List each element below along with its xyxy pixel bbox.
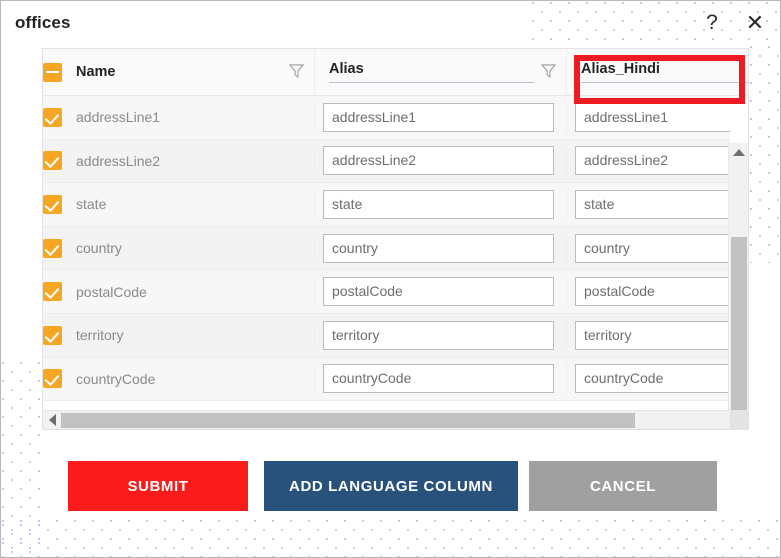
- scroll-left-arrow-icon[interactable]: [43, 411, 61, 430]
- row-select-cell: [43, 282, 62, 302]
- row-name-label: addressLine1: [76, 109, 161, 126]
- row-select-cell: [43, 238, 62, 258]
- column-header-name-label: Name: [76, 64, 116, 80]
- horizontal-scrollbar[interactable]: [43, 410, 748, 430]
- row-name-label: country: [76, 240, 122, 257]
- row-name-cell: state: [62, 196, 314, 212]
- select-all-cell: [43, 49, 62, 95]
- row-select-checkbox[interactable]: [43, 282, 62, 302]
- row-alias-cell: addressLine2: [314, 146, 566, 176]
- row-alias-cell: country: [314, 233, 566, 263]
- alias-input[interactable]: countryCode: [323, 364, 554, 394]
- row-alias-hindi-cell: territory: [566, 320, 730, 350]
- alias-hindi-input[interactable]: territory: [575, 320, 730, 350]
- table-body-viewport: addressLine1 addressLine1 addressLine1 addr…: [43, 96, 748, 412]
- row-select-checkbox[interactable]: [43, 369, 62, 389]
- table-body: addressLine1 addressLine1 addressLine1 addr…: [43, 96, 730, 412]
- row-select-checkbox[interactable]: [43, 107, 62, 127]
- table-row: addressLine2 addressLine2 addressLine2: [43, 139, 730, 184]
- dialog-titlebar: offices ? ✕: [1, 1, 780, 45]
- row-select-checkbox[interactable]: [43, 238, 62, 258]
- column-header-alias-input[interactable]: Alias: [329, 61, 534, 83]
- decorative-dot-pattern-bottom: [1, 519, 780, 557]
- add-language-column-button[interactable]: ADD LANGUAGE COLUMN: [264, 461, 518, 511]
- row-alias-cell: territory: [314, 320, 566, 350]
- row-alias-hindi-cell: country: [566, 233, 730, 263]
- funnel-filter-icon[interactable]: [288, 64, 305, 79]
- decorative-dot-pattern-right: [749, 45, 780, 263]
- alias-hindi-input[interactable]: postalCode: [575, 277, 730, 307]
- row-select-checkbox[interactable]: [43, 194, 62, 214]
- row-name-label: addressLine2: [76, 152, 161, 169]
- row-alias-cell: addressLine1: [314, 102, 566, 132]
- alias-hindi-input[interactable]: addressLine1: [575, 102, 730, 132]
- row-name-cell: addressLine1: [62, 109, 314, 125]
- row-select-cell: [43, 325, 62, 345]
- table-header-row: Name Alias Alias_Hindi: [43, 49, 748, 96]
- alias-input[interactable]: postalCode: [323, 277, 554, 307]
- row-select-cell: [43, 151, 62, 171]
- row-alias-cell: countryCode: [314, 364, 566, 394]
- row-select-cell: [43, 194, 62, 214]
- horizontal-scrollbar-track[interactable]: [61, 411, 732, 430]
- column-header-alias-hindi: Alias_Hindi: [566, 49, 748, 95]
- cancel-button[interactable]: CANCEL: [529, 461, 717, 511]
- select-all-checkbox[interactable]: [43, 62, 62, 82]
- alias-hindi-input[interactable]: state: [575, 189, 730, 219]
- row-alias-hindi-cell: state: [566, 189, 730, 219]
- row-alias-hindi-cell: postalCode: [566, 277, 730, 307]
- row-alias-hindi-cell: countryCode: [566, 364, 730, 394]
- row-alias-hindi-cell: addressLine1: [566, 102, 730, 132]
- dialog-window: offices ? ✕ Name Alias Alias_Hindi addre…: [0, 0, 781, 558]
- row-alias-cell: postalCode: [314, 277, 566, 307]
- row-name-cell: countryCode: [62, 371, 314, 387]
- table-row: territory territory territory: [43, 313, 730, 358]
- table-row: addressLine1 addressLine1 addressLine1: [43, 96, 730, 140]
- row-select-cell: [43, 107, 62, 127]
- dialog-footer: SUBMIT ADD LANGUAGE COLUMN CANCEL: [1, 461, 780, 519]
- vertical-scrollbar[interactable]: [728, 143, 748, 412]
- row-select-checkbox[interactable]: [43, 325, 62, 345]
- column-header-name: Name: [62, 49, 314, 95]
- row-name-cell: postalCode: [62, 284, 314, 300]
- row-name-label: countryCode: [76, 370, 156, 387]
- alias-hindi-input[interactable]: countryCode: [575, 364, 730, 394]
- vertical-scrollbar-thumb[interactable]: [731, 237, 747, 412]
- alias-hindi-input[interactable]: country: [575, 233, 730, 263]
- help-icon[interactable]: ?: [699, 10, 725, 36]
- row-alias-hindi-cell: addressLine2: [566, 146, 730, 176]
- horizontal-scrollbar-thumb[interactable]: [61, 412, 635, 428]
- row-name-cell: addressLine2: [62, 153, 314, 169]
- table-row: state state state: [43, 183, 730, 227]
- alias-input[interactable]: state: [323, 189, 554, 219]
- alias-hindi-input[interactable]: addressLine2: [575, 146, 730, 176]
- column-header-alias: Alias: [314, 49, 566, 95]
- page-title: offices: [15, 13, 71, 32]
- alias-input[interactable]: addressLine2: [323, 146, 554, 176]
- row-name-label: postalCode: [76, 283, 147, 300]
- row-select-checkbox[interactable]: [43, 151, 62, 171]
- row-name-label: territory: [76, 327, 124, 344]
- scroll-up-arrow-icon[interactable]: [729, 143, 748, 161]
- table-row: postalCode postalCode postalCode: [43, 270, 730, 314]
- close-icon[interactable]: ✕: [742, 10, 768, 36]
- alias-input[interactable]: territory: [323, 320, 554, 350]
- submit-button[interactable]: SUBMIT: [68, 461, 248, 511]
- funnel-filter-icon[interactable]: [540, 64, 557, 79]
- column-header-alias-hindi-input[interactable]: Alias_Hindi: [581, 61, 748, 83]
- row-name-cell: territory: [62, 327, 314, 343]
- row-name-label: state: [76, 196, 107, 213]
- row-select-cell: [43, 369, 62, 389]
- alias-input[interactable]: addressLine1: [323, 102, 554, 132]
- row-name-cell: country: [62, 240, 314, 256]
- table-row: country country country: [43, 226, 730, 271]
- alias-input[interactable]: country: [323, 233, 554, 263]
- table-row: countryCode countryCode countryCode: [43, 357, 730, 402]
- field-mapping-table: Name Alias Alias_Hindi addressLine1 addre…: [42, 48, 749, 430]
- scrollbar-corner: [730, 410, 748, 429]
- decorative-dot-pattern-left: [1, 361, 43, 557]
- row-alias-cell: state: [314, 189, 566, 219]
